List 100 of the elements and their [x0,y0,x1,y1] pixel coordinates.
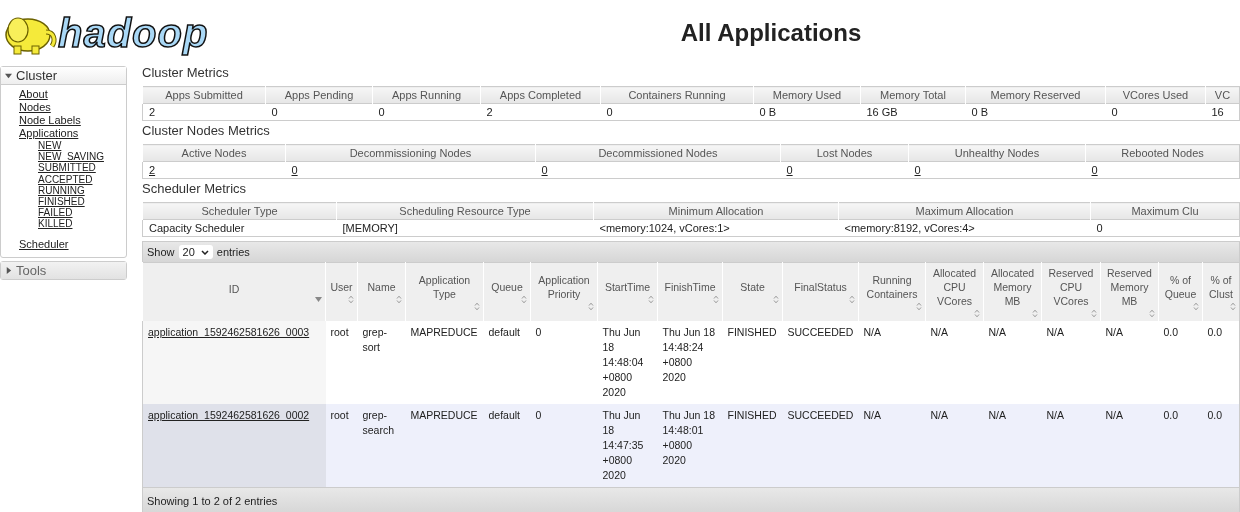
sidebar-link[interactable]: RUNNING [38,184,85,196]
table-cell: grep-search [357,404,406,488]
sidebar-link[interactable]: NEW [38,140,62,152]
column-header: Scheduling Resource Type [336,202,594,220]
column-header[interactable]: State [722,262,783,321]
sidebar-link[interactable]: SUBMITTED [38,162,96,174]
sidebar-link[interactable]: ACCEPTED [38,173,93,185]
metric-value: 0 [1105,103,1206,121]
sidebar-section-header[interactable]: Cluster [1,67,126,84]
sidebar-link[interactable]: Node Labels [19,114,81,127]
page-size-select[interactable]: 20 [178,245,213,259]
column-header[interactable]: % of Clust [1202,262,1240,321]
table-cell: N/A [858,321,926,404]
column-header: Scheduler Type [142,202,337,220]
table-cell: SUCCEEDED [782,321,859,404]
column-header[interactable]: Queue [483,262,531,321]
metric-link[interactable]: 0 [541,164,548,176]
table-cell: N/A [983,321,1042,404]
sidebar-link[interactable]: KILLED [38,218,73,230]
entries-label: entries [216,246,250,258]
column-header: Rebooted Nodes [1085,144,1240,162]
column-header: Apps Pending [265,86,373,104]
column-header[interactable]: Application Type [405,262,484,321]
column-header: Apps Running [372,86,481,104]
column-header: Minimum Allocation [593,202,839,220]
column-header[interactable]: FinishTime [657,262,723,321]
metric-link[interactable]: 0 [1091,164,1098,176]
metric-value: Capacity Scheduler [142,219,337,237]
column-header[interactable]: User [325,262,358,321]
metric-value: 2 [480,103,601,121]
table-cell: 0 [530,321,598,404]
metric-value: 0 B [965,103,1106,121]
metric-link[interactable]: 0 [914,164,921,176]
column-header: Maximum Allocation [838,202,1091,220]
table-cell: MAPREDUCE [405,404,484,488]
column-header[interactable]: Running Containers [858,262,926,321]
column-header: Memory Reserved [965,86,1106,104]
table-cell: Thu Jun 18 14:48:24 +0800 2020 [657,321,723,404]
table-cell: N/A [925,321,984,404]
metric-value: 0 [600,103,754,121]
sidebar-link[interactable]: NEW_SAVING [38,151,104,163]
sidebar-link[interactable]: FAILED [38,207,73,219]
column-header: Maximum Clu [1090,202,1240,220]
column-header: Apps Submitted [142,86,266,104]
sidebar-link[interactable]: About [19,88,48,101]
column-header[interactable]: StartTime [597,262,658,321]
sidebar-link[interactable]: Scheduler [19,237,69,251]
application-link[interactable]: application_1592462581626_0003 [148,326,310,338]
column-header[interactable]: % of Queue [1158,262,1203,321]
column-header: Decommissioned Nodes [535,144,781,162]
page-title: All Applications [680,19,862,46]
metric-value: 16 GB [860,103,966,121]
table-cell: N/A [1041,404,1101,488]
column-header: Apps Completed [480,86,601,104]
metric-value: <memory:1024, vCores:1> [593,219,839,237]
sidebar-link[interactable]: Nodes [19,101,51,114]
column-header[interactable]: Allocated CPU VCores [925,262,984,321]
column-header[interactable]: Application Priority [530,262,598,321]
table-cell: N/A [1100,404,1159,488]
table-cell: N/A [1100,321,1159,404]
metric-value: 0 [372,103,481,121]
caret-right-icon [5,266,12,274]
column-header[interactable]: ID [142,262,326,321]
metric-value: 0 [265,103,373,121]
table-cell: FINISHED [722,321,783,404]
metric-link[interactable]: 0 [786,164,793,176]
column-header: Decommissioning Nodes [285,144,536,162]
sidebar-link[interactable]: FINISHED [38,196,85,208]
caret-down-icon [200,249,209,255]
table-cell: MAPREDUCE [405,321,484,404]
column-header: VCores Used [1105,86,1206,104]
application-link[interactable]: application_1592462581626_0002 [148,409,310,421]
table-cell: 0.0 [1202,321,1240,404]
column-header[interactable]: Reserved Memory MB [1100,262,1159,321]
table-cell: N/A [858,404,926,488]
column-header[interactable]: Reserved CPU VCores [1041,262,1101,321]
column-header: Lost Nodes [780,144,909,162]
metric-value: 0 [1090,219,1240,237]
column-header[interactable]: Name [357,262,406,321]
caret-down-icon [5,72,12,79]
table-cell: 0.0 [1158,321,1203,404]
column-header[interactable]: FinalStatus [782,262,859,321]
metric-link[interactable]: 2 [149,164,156,176]
metric-value: 0 B [753,103,861,121]
table-cell: N/A [983,404,1042,488]
metric-link[interactable]: 0 [291,164,298,176]
table-cell: Thu Jun 18 14:48:04 +0800 2020 [597,321,658,404]
table-cell: default [483,404,531,488]
logo-wordmark: hadoop [58,10,209,56]
metric-value: 16 [1205,103,1240,121]
table-info: Showing 1 to 2 of 2 entries [147,495,278,507]
table-cell: grep-sort [357,321,406,404]
column-header: Memory Used [753,86,861,104]
sidebar-link[interactable]: Applications [19,127,79,140]
section-title: Cluster Nodes Metrics [142,124,271,138]
sidebar-section-header[interactable]: Tools [1,261,126,279]
table-cell: 0 [530,404,598,488]
column-header[interactable]: Allocated Memory MB [983,262,1042,321]
metric-value: [MEMORY] [336,219,594,237]
column-header: VC [1205,86,1240,104]
